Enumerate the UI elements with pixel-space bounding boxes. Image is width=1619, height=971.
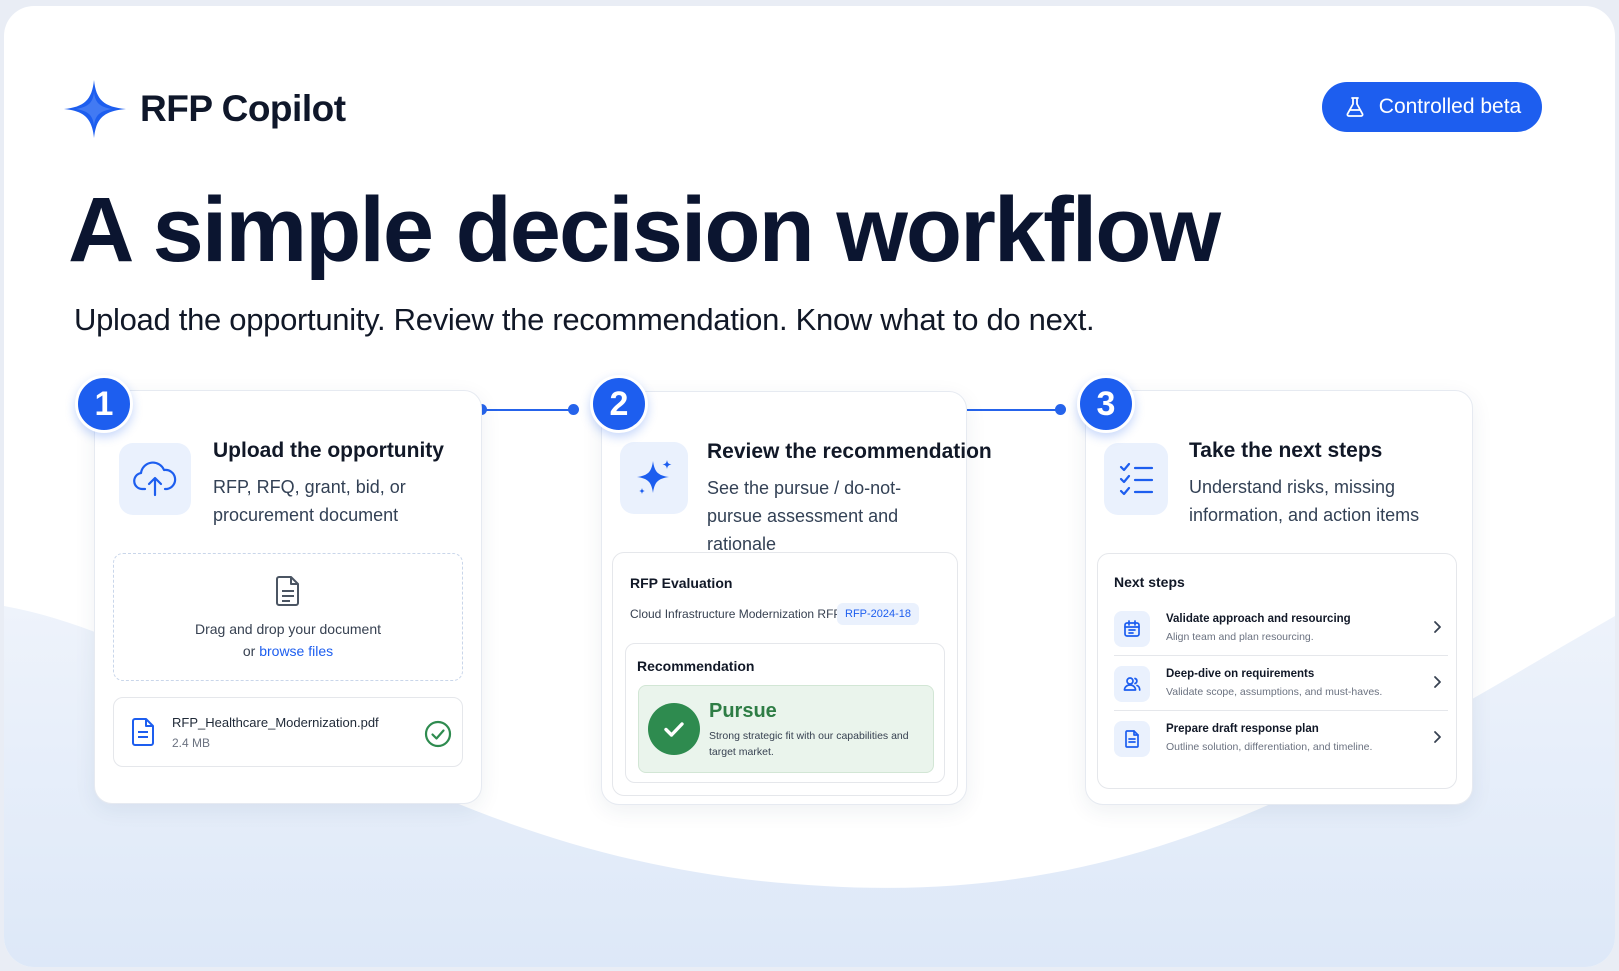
divider [1114,655,1448,656]
next-step-item[interactable]: Deep-dive on requirements Validate scope… [1114,662,1448,717]
connector-2-3 [966,409,1060,411]
dropzone-browse-line: or browse files [114,643,462,659]
chevron-right-icon [1434,731,1441,743]
document-icon [1114,721,1150,757]
brand: RFP Copilot [62,78,346,140]
dropzone-text: Drag and drop your document [195,621,381,637]
step-number-badge: 3 [1077,375,1135,433]
sparkle-icon [64,80,126,138]
page-frame: RFP Copilot Controlled beta A simple dec… [4,6,1615,967]
page-headline: A simple decision workflow [68,179,1221,281]
step-description: Understand risks, missing information, a… [1189,477,1420,525]
rfp-id-badge: RFP-2024-18 [837,603,920,625]
file-name: RFP_Healthcare_Modernization.pdf [172,715,379,730]
next-step-subtitle: Validate scope, assumptions, and must-ha… [1166,686,1383,698]
connector-1-2 [482,409,574,411]
step-title: Upload the opportunity [213,439,444,462]
next-step-title: Prepare draft response plan [1166,723,1319,735]
upload-icon-tile [119,443,191,515]
controlled-beta-badge[interactable]: Controlled beta [1322,82,1542,132]
browse-files-link[interactable]: browse files [259,643,333,659]
review-icon-tile [620,442,688,514]
next-step-item[interactable]: Validate approach and resourcing Align t… [1114,607,1448,662]
users-icon [1114,666,1150,702]
next-steps-panel: Next steps Validate approach and resourc… [1097,553,1457,789]
cloud-upload-icon [133,461,177,497]
checklist-icon [1119,462,1154,496]
uploaded-file-row[interactable]: RFP_Healthcare_Modernization.pdf 2.4 MB [113,697,463,767]
connector-dot [1055,404,1066,415]
document-icon [276,576,299,606]
rfp-name: Cloud Infrastructure Modernization RFP [630,607,842,621]
step-card-upload: Upload the opportunity RFP, RFQ, grant, … [94,390,482,804]
next-step-title: Deep-dive on requirements [1166,668,1315,680]
recommendation-label: Recommendation [637,658,755,674]
sparkle-icon [637,460,672,494]
next-step-title: Validate approach and resourcing [1166,613,1351,625]
beta-label: Controlled beta [1378,95,1522,118]
check-circle-icon [424,720,452,748]
next-step-subtitle: Outline solution, differentiation, and t… [1166,741,1373,753]
step-title: Review the recommendation [707,440,992,463]
chevron-right-icon [1434,621,1441,633]
evaluation-title: RFP Evaluation [630,575,733,591]
next-step-item[interactable]: Prepare draft response plan Outline solu… [1114,717,1448,772]
check-icon [648,703,700,755]
step-card-next-steps: Take the next steps Understand risks, mi… [1085,390,1473,805]
step-number-badge: 2 [590,375,648,433]
chevron-right-icon [1434,676,1441,688]
file-dropzone[interactable]: Drag and drop your document or browse fi… [113,553,463,681]
rfp-evaluation-panel: RFP Evaluation Cloud Infrastructure Mode… [612,552,958,796]
step-description: RFP, RFQ, grant, bid, or procurement doc… [213,477,406,525]
decision-rationale: Strong strategic fit with our capabiliti… [709,730,909,758]
next-steps-title: Next steps [1114,574,1185,590]
pursue-decision-box: Pursue Strong strategic fit with our cap… [638,685,934,773]
step-card-review: Review the recommendation See the pursue… [601,391,992,805]
flask-icon [1346,97,1364,117]
step-title: Take the next steps [1189,439,1383,462]
calendar-icon [1114,611,1150,647]
next-step-subtitle: Align team and plan resourcing. [1166,631,1314,643]
page-subline: Upload the opportunity. Review the recom… [74,302,1095,337]
connector-dot [568,404,579,415]
decision-label: Pursue [709,700,777,722]
checklist-icon-tile [1104,443,1168,515]
pdf-file-icon [132,718,154,746]
or-text: or [242,643,256,659]
step-description: See the pursue / do-not-pursue assessmen… [707,478,902,554]
recommendation-panel: Recommendation Pursue Strong strategic f… [625,643,945,783]
file-size: 2.4 MB [172,736,211,750]
divider [1114,710,1448,711]
step-number-badge: 1 [75,375,133,433]
brand-name: RFP Copilot [140,88,346,129]
